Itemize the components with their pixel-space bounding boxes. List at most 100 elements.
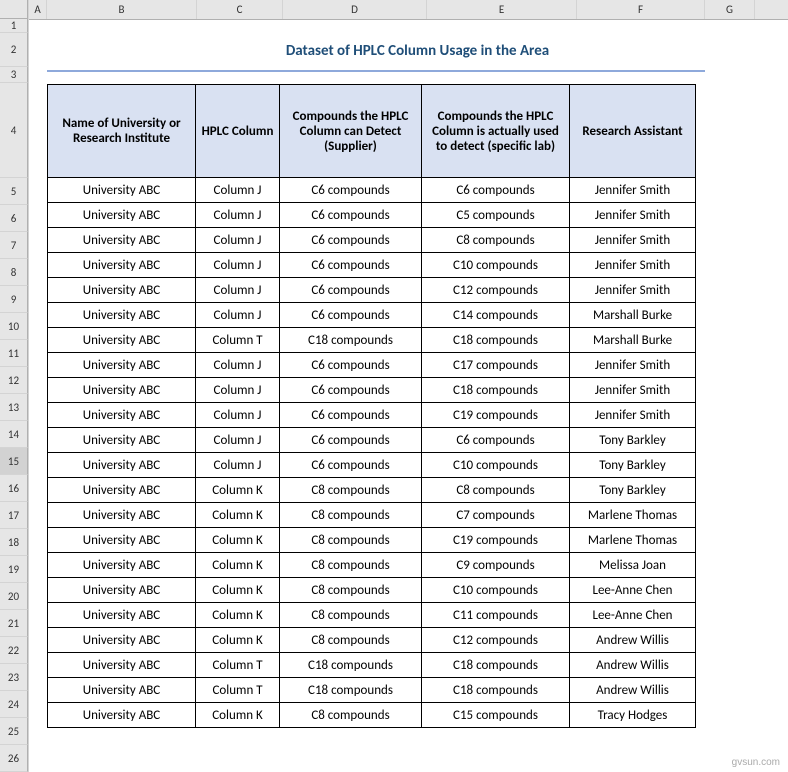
cell-university[interactable]: University ABC <box>48 528 196 553</box>
cell-detect-supplier[interactable]: C6 compounds <box>280 278 422 303</box>
cell-research-assistant[interactable]: Jennifer Smith <box>570 178 696 203</box>
cell-university[interactable]: University ABC <box>48 578 196 603</box>
cell-research-assistant[interactable]: Andrew Willis <box>570 628 696 653</box>
cell-hplc-column[interactable]: Column J <box>196 303 280 328</box>
header-hplc-column[interactable]: HPLC Column <box>196 85 280 178</box>
cell-detect-supplier[interactable]: C6 compounds <box>280 303 422 328</box>
cell-used-lab[interactable]: C10 compounds <box>422 453 570 478</box>
cell-hplc-column[interactable]: Column J <box>196 453 280 478</box>
cell-used-lab[interactable]: C8 compounds <box>422 478 570 503</box>
row-header-25[interactable]: 25 <box>0 718 28 745</box>
row-header-2[interactable]: 2 <box>0 33 28 67</box>
cell-university[interactable]: University ABC <box>48 628 196 653</box>
row-header-14[interactable]: 14 <box>0 421 28 448</box>
cell-university[interactable]: University ABC <box>48 303 196 328</box>
cell-detect-supplier[interactable]: C6 compounds <box>280 203 422 228</box>
cell-research-assistant[interactable]: Marlene Thomas <box>570 503 696 528</box>
row-1-blank[interactable] <box>29 20 788 34</box>
header-research-assistant[interactable]: Research Assistant <box>570 85 696 178</box>
cell-research-assistant[interactable]: Jennifer Smith <box>570 228 696 253</box>
cell-hplc-column[interactable]: Column T <box>196 328 280 353</box>
row-header-13[interactable]: 13 <box>0 394 28 421</box>
column-header-E[interactable]: E <box>427 0 577 19</box>
cell-university[interactable]: University ABC <box>48 453 196 478</box>
cell-hplc-column[interactable]: Column J <box>196 353 280 378</box>
cell-research-assistant[interactable]: Tony Barkley <box>570 428 696 453</box>
cell-research-assistant[interactable]: Lee-Anne Chen <box>570 603 696 628</box>
cell-research-assistant[interactable]: Jennifer Smith <box>570 278 696 303</box>
cell-research-assistant[interactable]: Lee-Anne Chen <box>570 578 696 603</box>
cell-detect-supplier[interactable]: C6 compounds <box>280 253 422 278</box>
cell-detect-supplier[interactable]: C8 compounds <box>280 578 422 603</box>
cell-university[interactable]: University ABC <box>48 328 196 353</box>
cell-detect-supplier[interactable]: C6 compounds <box>280 228 422 253</box>
cell-research-assistant[interactable]: Tony Barkley <box>570 453 696 478</box>
cell-hplc-column[interactable]: Column K <box>196 478 280 503</box>
cell-hplc-column[interactable]: Column J <box>196 178 280 203</box>
row-header-8[interactable]: 8 <box>0 259 28 286</box>
cell-used-lab[interactable]: C8 compounds <box>422 228 570 253</box>
row-header-21[interactable]: 21 <box>0 610 28 637</box>
cell-detect-supplier[interactable]: C18 compounds <box>280 653 422 678</box>
cell-hplc-column[interactable]: Column J <box>196 228 280 253</box>
cell-used-lab[interactable]: C5 compounds <box>422 203 570 228</box>
hplc-data-table[interactable]: Name of University or Research Institute… <box>47 84 696 728</box>
row-header-18[interactable]: 18 <box>0 529 28 556</box>
cell-university[interactable]: University ABC <box>48 678 196 703</box>
cell-hplc-column[interactable]: Column T <box>196 653 280 678</box>
cell-research-assistant[interactable]: Jennifer Smith <box>570 203 696 228</box>
cell-hplc-column[interactable]: Column K <box>196 578 280 603</box>
cell-university[interactable]: University ABC <box>48 278 196 303</box>
cell-university[interactable]: University ABC <box>48 428 196 453</box>
cell-used-lab[interactable]: C17 compounds <box>422 353 570 378</box>
cell-university[interactable]: University ABC <box>48 553 196 578</box>
cell-hplc-column[interactable]: Column T <box>196 678 280 703</box>
row-header-12[interactable]: 12 <box>0 367 28 394</box>
row-header-20[interactable]: 20 <box>0 583 28 610</box>
cell-detect-supplier[interactable]: C6 compounds <box>280 428 422 453</box>
cell-university[interactable]: University ABC <box>48 228 196 253</box>
row-header-1[interactable]: 1 <box>0 19 28 33</box>
cell-hplc-column[interactable]: Column K <box>196 553 280 578</box>
row-header-5[interactable]: 5 <box>0 178 28 205</box>
cell-university[interactable]: University ABC <box>48 353 196 378</box>
cell-used-lab[interactable]: C18 compounds <box>422 328 570 353</box>
cell-research-assistant[interactable]: Marshall Burke <box>570 328 696 353</box>
cell-research-assistant[interactable]: Melissa Joan <box>570 553 696 578</box>
cell-university[interactable]: University ABC <box>48 703 196 728</box>
cell-used-lab[interactable]: C19 compounds <box>422 403 570 428</box>
cell-used-lab[interactable]: C6 compounds <box>422 428 570 453</box>
row-header-15[interactable]: 15 <box>0 448 28 475</box>
cell-university[interactable]: University ABC <box>48 653 196 678</box>
cell-research-assistant[interactable]: Andrew Willis <box>570 678 696 703</box>
row-header-26[interactable]: 26 <box>0 745 28 772</box>
row-header-3[interactable]: 3 <box>0 67 28 83</box>
cell-hplc-column[interactable]: Column J <box>196 253 280 278</box>
column-header-A[interactable]: A <box>29 0 47 19</box>
cell-used-lab[interactable]: C10 compounds <box>422 578 570 603</box>
column-header-F[interactable]: F <box>577 0 705 19</box>
cell-detect-supplier[interactable]: C8 compounds <box>280 503 422 528</box>
cell-university[interactable]: University ABC <box>48 603 196 628</box>
row-header-24[interactable]: 24 <box>0 691 28 718</box>
row-header-17[interactable]: 17 <box>0 502 28 529</box>
cell-detect-supplier[interactable]: C6 compounds <box>280 453 422 478</box>
cell-university[interactable]: University ABC <box>48 478 196 503</box>
cell-detect-supplier[interactable]: C8 compounds <box>280 553 422 578</box>
cell-university[interactable]: University ABC <box>48 203 196 228</box>
cell-university[interactable]: University ABC <box>48 503 196 528</box>
cell-research-assistant[interactable]: Tony Barkley <box>570 478 696 503</box>
cell-hplc-column[interactable]: Column J <box>196 278 280 303</box>
row-header-9[interactable]: 9 <box>0 286 28 313</box>
cell-research-assistant[interactable]: Jennifer Smith <box>570 378 696 403</box>
column-header-G[interactable]: G <box>705 0 755 19</box>
cell-used-lab[interactable]: C15 compounds <box>422 703 570 728</box>
cell-research-assistant[interactable]: Jennifer Smith <box>570 353 696 378</box>
cell-university[interactable]: University ABC <box>48 253 196 278</box>
cell-research-assistant[interactable]: Tracy Hodges <box>570 703 696 728</box>
row-header-23[interactable]: 23 <box>0 664 28 691</box>
cell-hplc-column[interactable]: Column J <box>196 403 280 428</box>
cell-university[interactable]: University ABC <box>48 178 196 203</box>
cell-used-lab[interactable]: C19 compounds <box>422 528 570 553</box>
cell-used-lab[interactable]: C14 compounds <box>422 303 570 328</box>
